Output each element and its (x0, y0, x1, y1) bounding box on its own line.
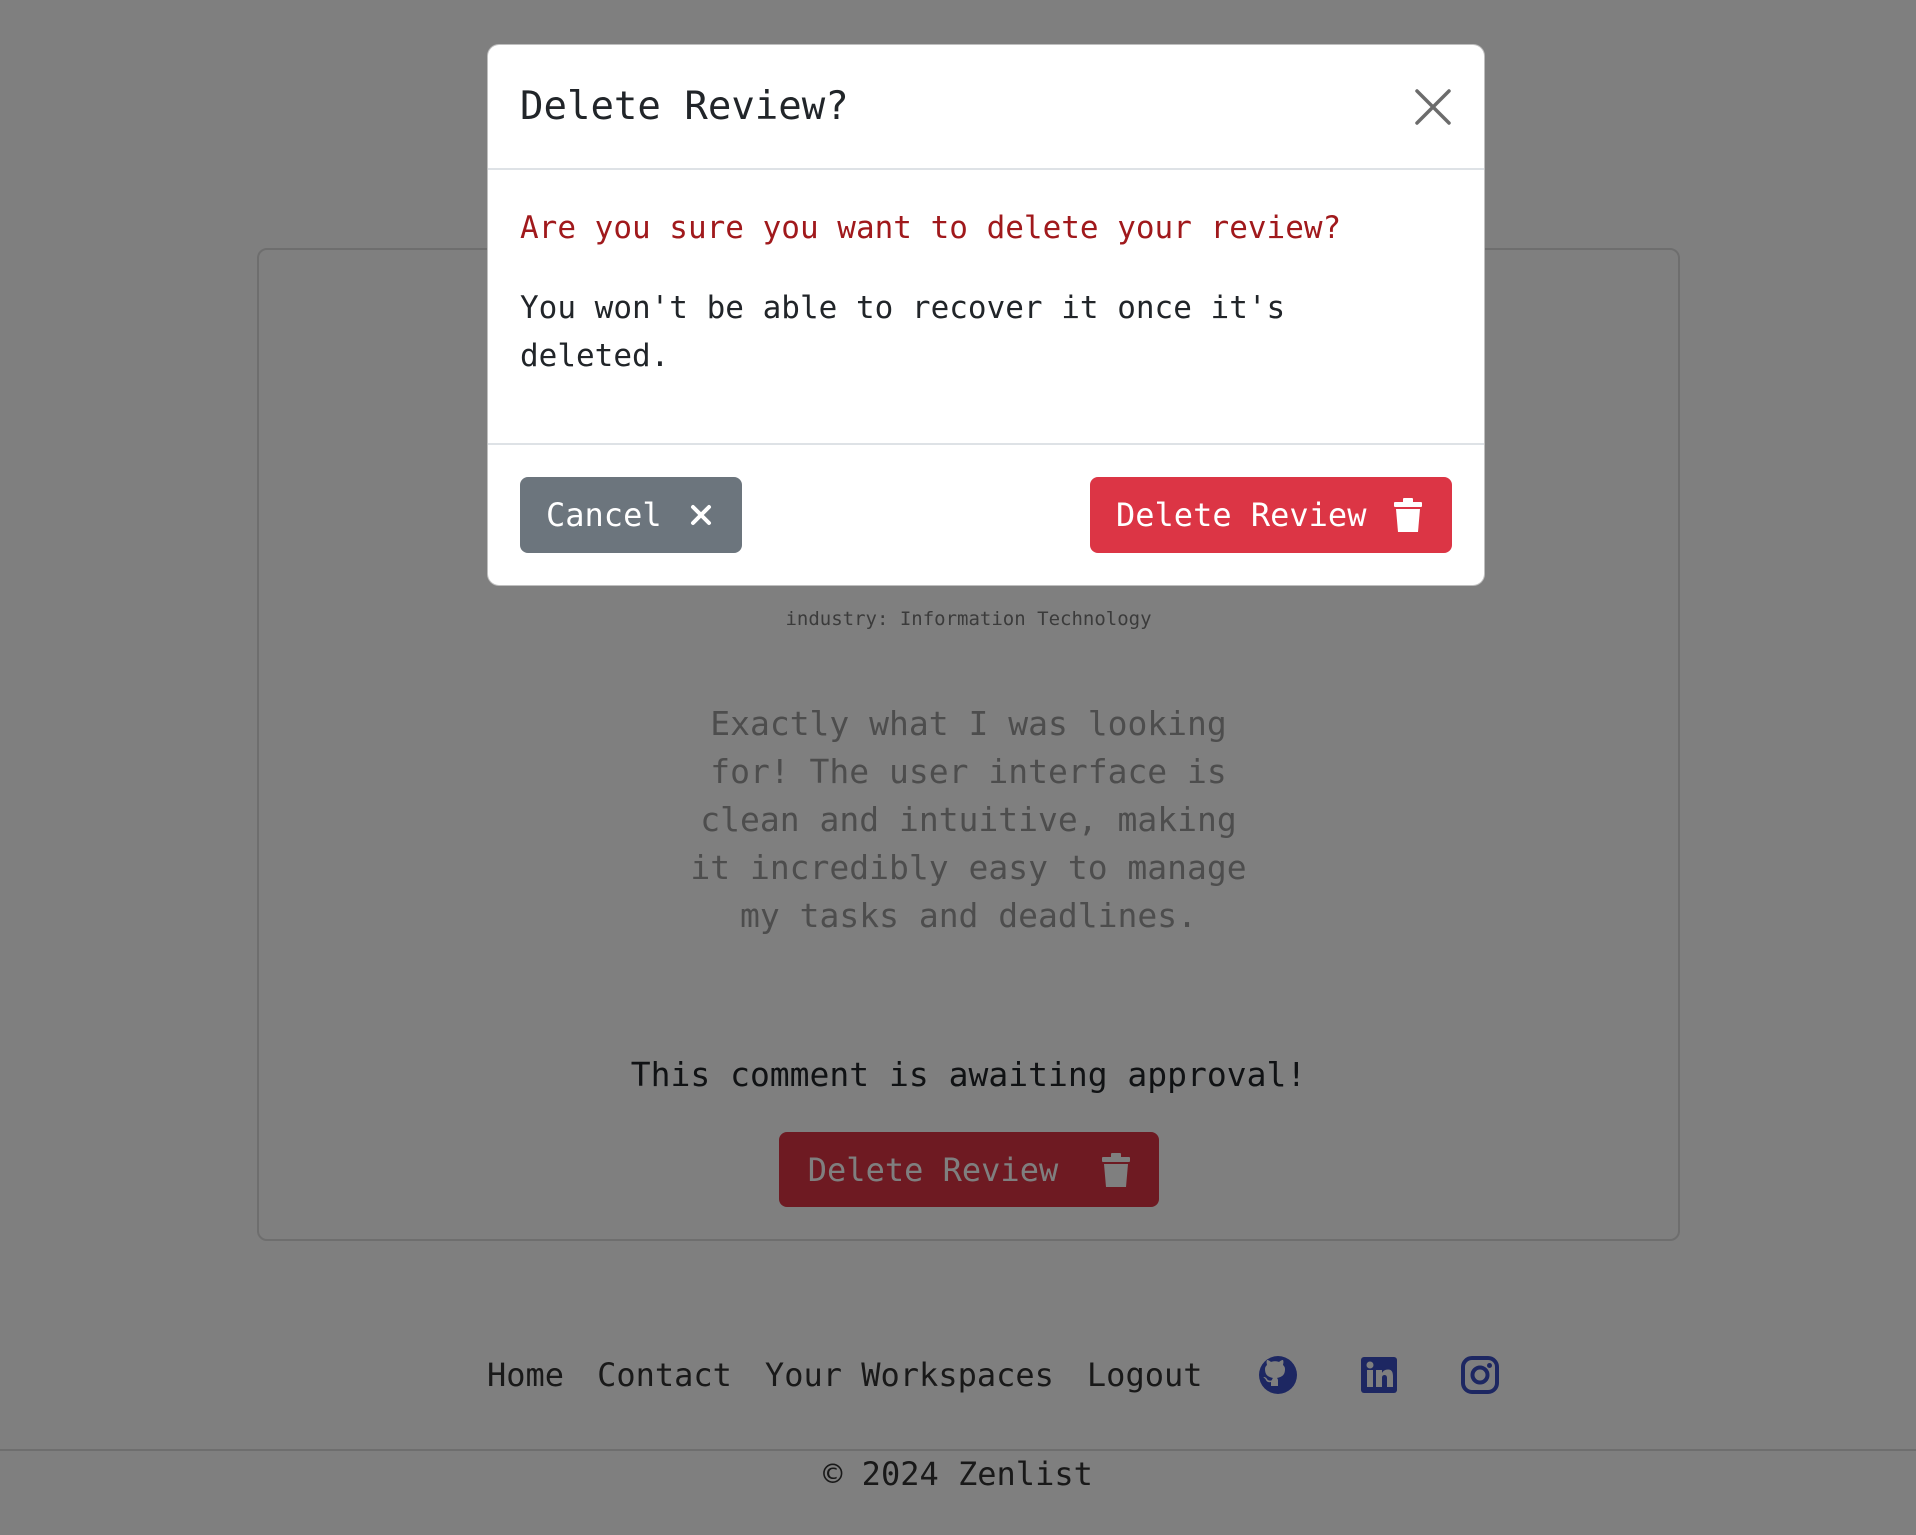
confirm-delete-button[interactable]: Delete Review (1090, 477, 1452, 553)
modal-body: Are you sure you want to delete your rev… (488, 170, 1484, 445)
modal-header: Delete Review? (488, 45, 1484, 170)
cancel-label: Cancel (546, 496, 662, 534)
close-icon (1412, 86, 1454, 128)
modal-title: Delete Review? (520, 84, 849, 129)
cancel-button[interactable]: Cancel (520, 477, 742, 553)
trash-icon (1394, 498, 1423, 532)
modal-footer: Cancel Delete Review (488, 445, 1484, 553)
x-icon (690, 504, 712, 526)
close-button[interactable] (1412, 86, 1454, 128)
delete-review-modal: Delete Review? Are you sure you want to … (487, 44, 1485, 586)
delete-description: You won't be able to recover it once it'… (520, 290, 1286, 374)
delete-warning: Are you sure you want to delete your rev… (520, 210, 1342, 246)
confirm-delete-label: Delete Review (1116, 496, 1367, 534)
